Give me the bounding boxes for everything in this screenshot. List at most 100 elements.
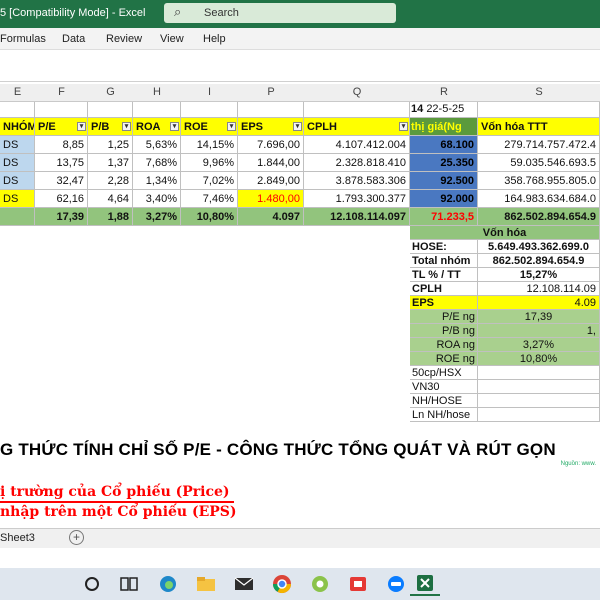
cell-price[interactable]: 25.350 xyxy=(410,154,478,172)
task-view-icon[interactable] xyxy=(117,572,141,596)
cell-pe[interactable]: 8,85 xyxy=(35,136,88,154)
cell-pe[interactable]: 32,47 xyxy=(35,172,88,190)
cell-eps[interactable]: 1.480,00 xyxy=(238,190,304,208)
summary-value[interactable]: 1, xyxy=(478,324,600,338)
total-price[interactable]: 71.233,5 xyxy=(410,208,478,226)
summary-label[interactable]: P/B ng xyxy=(410,324,478,338)
col-header-r[interactable]: R xyxy=(410,86,478,98)
cell-eps[interactable]: 1.844,00 xyxy=(238,154,304,172)
header-pe[interactable]: P/E ▾ xyxy=(35,118,88,136)
tab-formulas[interactable]: Formulas xyxy=(0,33,46,45)
cell-roe[interactable]: 7,02% xyxy=(181,172,238,190)
tab-help[interactable]: Help xyxy=(203,33,226,45)
cell-roe[interactable]: 9,96% xyxy=(181,154,238,172)
cell[interactable] xyxy=(35,102,88,118)
col-header-p[interactable]: P xyxy=(238,86,304,98)
zalo-icon[interactable] xyxy=(384,572,408,596)
cell-roa[interactable]: 3,40% xyxy=(133,190,181,208)
cell-date[interactable]: 14 22-5-25 xyxy=(410,102,478,118)
header-eps[interactable]: EPS ▾ xyxy=(238,118,304,136)
cell-cplh[interactable]: 1.793.300.377 xyxy=(304,190,410,208)
summary-value[interactable] xyxy=(478,366,600,380)
summary-value[interactable]: 12.108.114.09 xyxy=(478,282,600,296)
cell-price[interactable]: 68.100 xyxy=(410,136,478,154)
tab-data[interactable]: Data xyxy=(62,33,85,45)
cell[interactable] xyxy=(133,102,181,118)
col-header-h[interactable]: H xyxy=(133,86,181,98)
summary-value[interactable] xyxy=(478,394,600,408)
total-pe[interactable]: 17,39 xyxy=(35,208,88,226)
total-cplh[interactable]: 12.108.114.097 xyxy=(304,208,410,226)
excel-taskbar-icon[interactable] xyxy=(410,572,440,596)
edge-icon[interactable] xyxy=(156,572,180,596)
cell[interactable] xyxy=(88,102,133,118)
app-icon[interactable] xyxy=(346,572,370,596)
tab-review[interactable]: Review xyxy=(106,33,142,45)
search-box[interactable]: ⌕ Search xyxy=(164,3,396,23)
cell-eps[interactable]: 7.696,00 xyxy=(238,136,304,154)
cell-group[interactable]: DS xyxy=(0,154,35,172)
summary-value[interactable] xyxy=(478,408,600,422)
cell-market-cap[interactable]: 164.983.634.684.0 xyxy=(478,190,600,208)
filter-dropdown-icon[interactable]: ▾ xyxy=(122,122,131,131)
summary-value[interactable] xyxy=(478,380,600,394)
total-market-cap[interactable]: 862.502.894.654.9 xyxy=(478,208,600,226)
cell-cplh[interactable]: 2.328.818.410 xyxy=(304,154,410,172)
header-cplh[interactable]: CPLH ▾ xyxy=(304,118,410,136)
cell-group[interactable]: DS xyxy=(0,172,35,190)
cell-roa[interactable]: 5,63% xyxy=(133,136,181,154)
cell-price[interactable]: 92.500 xyxy=(410,172,478,190)
summary-label[interactable]: TL % / TT xyxy=(410,268,478,282)
cell-price[interactable]: 92.000 xyxy=(410,190,478,208)
filter-dropdown-icon[interactable]: ▾ xyxy=(399,122,408,131)
total-pb[interactable]: 1,88 xyxy=(88,208,133,226)
summary-value[interactable]: 3,27% xyxy=(478,338,600,352)
summary-header[interactable]: Vốn hóa xyxy=(410,226,600,240)
add-sheet-icon[interactable]: + xyxy=(69,530,84,545)
cell-roe[interactable]: 14,15% xyxy=(181,136,238,154)
cell-market-cap[interactable]: 59.035.546.693.5 xyxy=(478,154,600,172)
cell-pb[interactable]: 1,37 xyxy=(88,154,133,172)
cell-group[interactable]: DS xyxy=(0,136,35,154)
coccoc-icon[interactable] xyxy=(308,572,332,596)
cell[interactable] xyxy=(304,102,410,118)
cell-pb[interactable]: 1,25 xyxy=(88,136,133,154)
summary-label[interactable]: NH/HOSE xyxy=(410,394,478,408)
cell-roe[interactable]: 7,46% xyxy=(181,190,238,208)
col-header-q[interactable]: Q xyxy=(304,86,410,98)
chrome-icon[interactable] xyxy=(270,572,294,596)
cell-cplh[interactable]: 4.107.412.004 xyxy=(304,136,410,154)
cell-pe[interactable]: 13,75 xyxy=(35,154,88,172)
filter-dropdown-icon[interactable]: ▾ xyxy=(170,122,179,131)
summary-value[interactable]: 5.649.493.362.699.0 xyxy=(478,240,600,254)
summary-value[interactable]: 10,80% xyxy=(478,352,600,366)
summary-value[interactable]: 15,27% xyxy=(478,268,600,282)
col-header-f[interactable]: F xyxy=(35,86,88,98)
summary-label[interactable]: HOSE: xyxy=(410,240,478,254)
col-header-s[interactable]: S xyxy=(478,86,600,98)
header-market-cap[interactable]: Vốn hóa TTT xyxy=(478,118,600,136)
col-header-i[interactable]: I xyxy=(181,86,238,98)
cell-eps[interactable]: 2.849,00 xyxy=(238,172,304,190)
summary-label[interactable]: 50cp/HSX xyxy=(410,366,478,380)
cell[interactable] xyxy=(181,102,238,118)
cell-roa[interactable]: 7,68% xyxy=(133,154,181,172)
filter-dropdown-icon[interactable]: ▾ xyxy=(227,122,236,131)
summary-label[interactable]: Ln NH/hose xyxy=(410,408,478,422)
summary-value[interactable]: 4.09 xyxy=(478,296,600,310)
header-pb[interactable]: P/B ▾ xyxy=(88,118,133,136)
cell[interactable] xyxy=(238,102,304,118)
total-eps[interactable]: 4.097 xyxy=(238,208,304,226)
header-roe[interactable]: ROE ▾ xyxy=(181,118,238,136)
search-icon[interactable] xyxy=(80,572,104,596)
tab-view[interactable]: View xyxy=(160,33,184,45)
mail-icon[interactable] xyxy=(232,572,256,596)
header-price[interactable]: thị giá(Ng xyxy=(410,118,478,136)
sheet-tab[interactable]: Sheet3 xyxy=(0,532,35,544)
filter-dropdown-icon[interactable]: ▾ xyxy=(77,122,86,131)
cell-market-cap[interactable]: 358.768.955.805.0 xyxy=(478,172,600,190)
cell-pb[interactable]: 2,28 xyxy=(88,172,133,190)
summary-value[interactable]: 17,39 xyxy=(478,310,600,324)
cell-roa[interactable]: 1,34% xyxy=(133,172,181,190)
total-roe[interactable]: 10,80% xyxy=(181,208,238,226)
